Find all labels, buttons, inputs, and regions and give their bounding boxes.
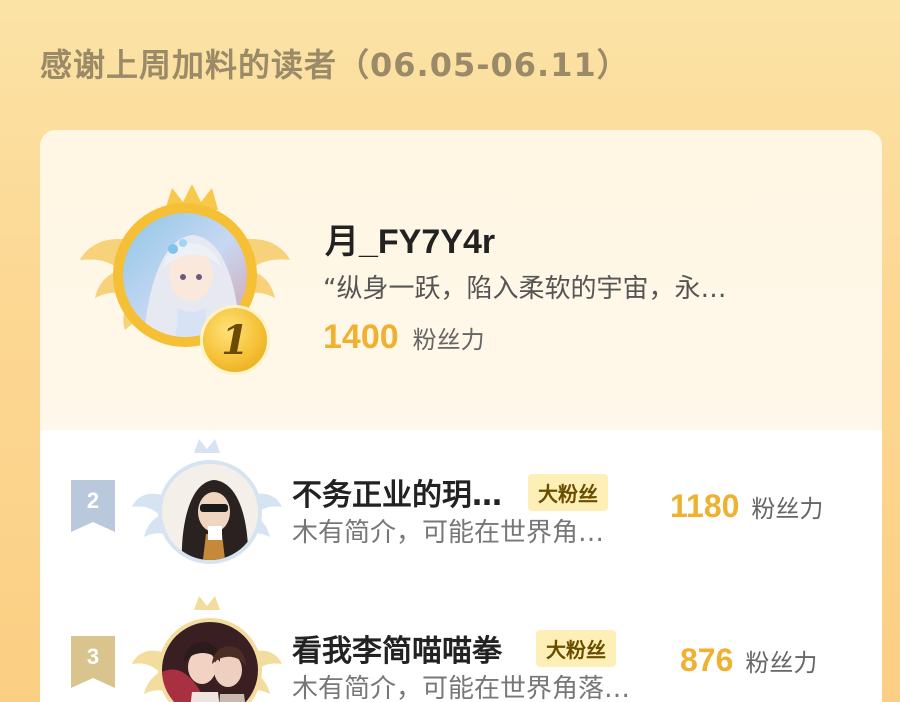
reader-score: 876 粉丝力	[680, 642, 817, 679]
reader-intro: 木有简介，可能在世界角落…	[292, 674, 631, 702]
reader-name[interactable]: 看我李简喵喵拳	[292, 626, 502, 670]
reader-name[interactable]: 不务正业的玥…	[292, 470, 502, 514]
score-label: 粉丝力	[412, 326, 485, 354]
score-value: 876	[680, 642, 734, 678]
score-label: 粉丝力	[751, 495, 824, 523]
top-reader-name[interactable]: 月_FY7Y4r	[325, 214, 495, 263]
reader-intro: 木有简介，可能在世界角…	[292, 518, 605, 548]
rank-badge-icon: 1	[200, 305, 270, 375]
fan-level-badge: 大粉丝	[536, 630, 616, 667]
top-reader-section[interactable]: 1 月_FY7Y4r “纵身一跃，陷入柔软的宇宙，永… 1400 粉丝力	[40, 130, 882, 430]
fan-level-badge: 大粉丝	[528, 474, 608, 511]
page-title: 感谢上周加料的读者（06.05-06.11）	[40, 46, 630, 84]
avatar	[158, 460, 262, 564]
top-reader-quote: “纵身一跃，陷入柔软的宇宙，永…	[323, 274, 727, 304]
score-value: 1180	[670, 488, 740, 524]
reader-ranking-card: 1 月_FY7Y4r “纵身一跃，陷入柔软的宇宙，永… 1400 粉丝力 2 不…	[40, 130, 882, 702]
list-item[interactable]: 2 不务正业的玥… 大粉丝 木有简介，可能在世界角… 1180 粉丝力	[40, 430, 882, 580]
reader-score: 1180 粉丝力	[670, 488, 823, 525]
top-reader-avatar-frame[interactable]: 1	[80, 180, 290, 375]
rank-badge-icon: 2	[71, 480, 115, 532]
rank-number: 2	[86, 488, 100, 513]
rank-number: 3	[86, 644, 100, 669]
score-value: 1400	[323, 318, 399, 356]
top-reader-score: 1400 粉丝力	[323, 318, 485, 357]
list-item[interactable]: 3 看我李简喵喵拳 大粉丝 木有简介，可能在世界角落… 876 粉丝力	[40, 580, 882, 702]
score-label: 粉丝力	[745, 649, 818, 677]
rank-badge-icon: 3	[71, 636, 115, 688]
